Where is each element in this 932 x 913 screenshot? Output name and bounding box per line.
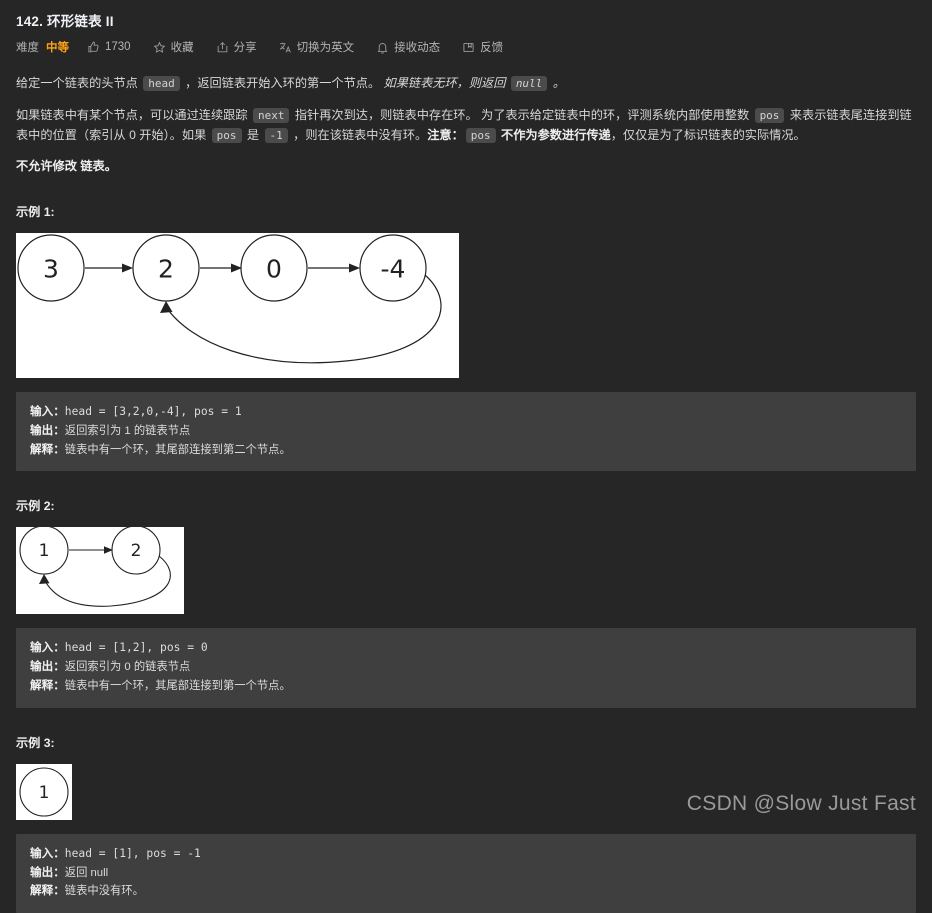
output-value: 返回索引为 1 的链表节点 xyxy=(64,424,191,437)
difficulty-label: 难度 xyxy=(16,42,39,54)
linked-list-cycle-diagram-1: 3 2 0 -4 xyxy=(16,233,459,379)
linked-list-cycle-diagram-2: 1 2 xyxy=(16,525,184,615)
explain-label: 解释： xyxy=(30,678,65,692)
desc-text: 给定一个链表的头节点 xyxy=(16,76,142,90)
status-badge: 中等 xyxy=(46,42,69,54)
feedback-label: 反馈 xyxy=(480,42,504,54)
desc-text: 如果链表中有某个节点，可以通过连续跟踪 xyxy=(16,107,251,122)
bell-icon xyxy=(376,41,389,54)
output-value: 返回索引为 0 的链表节点 xyxy=(64,661,191,674)
input-value: head = [1], pos = -1 xyxy=(64,846,201,860)
linked-list-no-cycle-diagram-3: 1 xyxy=(16,763,72,820)
no-modify-strong: 不允许修改 xyxy=(16,159,77,174)
node-value-1: 2 xyxy=(131,541,142,561)
feedback-button[interactable]: 反馈 xyxy=(462,39,503,55)
translate-button[interactable]: 切换为英文 xyxy=(279,39,355,55)
no-modify-rest: 链表。 xyxy=(76,159,117,174)
node-value-1: 2 xyxy=(158,255,174,284)
input-label: 输入： xyxy=(30,641,65,655)
example-1-input-line: 输入：head = [3,2,0,-4], pos = 1 xyxy=(30,403,902,422)
desc-text: 是 xyxy=(243,127,263,142)
output-label: 输出： xyxy=(30,660,65,674)
desc-text: 指针再次到达，则链表中存在环。 为了表示给定链表中的环，评测系统内部使用整数 xyxy=(291,107,753,122)
share-icon xyxy=(216,41,229,54)
example-2-input-line: 输入：head = [1,2], pos = 0 xyxy=(30,639,902,658)
node-value-0: 3 xyxy=(43,255,59,284)
example-2-output-line: 输出：返回索引为 0 的链表节点 xyxy=(30,658,902,677)
example-3-output-line: 输出：返回 null xyxy=(30,864,902,883)
example-3-explain-line: 解释：链表中没有环。 xyxy=(30,882,902,901)
example-1-label: 示例 1: xyxy=(16,205,55,220)
share-label: 分享 xyxy=(233,42,257,54)
code-head: head xyxy=(143,76,180,91)
output-value: 返回 null xyxy=(64,866,109,879)
description-paragraph-3: 不允许修改 链表。 xyxy=(16,157,916,177)
desc-text: ，则在该链表中没有环。 xyxy=(289,127,428,142)
desc-note-strong: 不作为参数进行传递 xyxy=(497,127,611,142)
diagram-svg-3: 1 xyxy=(16,763,72,820)
example-2-explain-line: 解释：链表中有一个环，其尾部连接到第一个节点。 xyxy=(30,677,902,696)
flag-icon xyxy=(462,41,475,54)
example-2-label: 示例 2: xyxy=(16,499,55,514)
code-minus-one: -1 xyxy=(264,127,288,143)
difficulty-indicator: 难度 中等 xyxy=(16,39,69,55)
code-pos: pos xyxy=(211,127,242,143)
star-icon xyxy=(153,41,166,54)
favorite-label: 收藏 xyxy=(170,42,194,54)
subscribe-button[interactable]: 接收动态 xyxy=(376,39,440,55)
share-button[interactable]: 分享 xyxy=(216,39,257,55)
node-value-0: 1 xyxy=(39,541,50,561)
node-value-3: -4 xyxy=(381,255,406,284)
explain-label: 解释： xyxy=(30,442,65,456)
code-null: null xyxy=(510,76,548,91)
description-paragraph-1: 给定一个链表的头节点 head ，返回链表开始入环的第一个节点。 如果链表无环，… xyxy=(16,74,916,94)
desc-text: ，仅仅是为了标识链表的实际情况。 xyxy=(610,127,806,142)
like-count: 1730 xyxy=(105,41,131,53)
output-label: 输出： xyxy=(30,865,65,879)
input-label: 输入： xyxy=(30,405,65,419)
output-label: 输出： xyxy=(30,423,65,437)
example-1-explain-line: 解释：链表中有一个环，其尾部连接到第二个节点。 xyxy=(30,441,902,460)
problem-description: 给定一个链表的头节点 head ，返回链表开始入环的第一个节点。 如果链表无环，… xyxy=(8,74,924,177)
example-2-io-block: 输入：head = [1,2], pos = 0 输出：返回索引为 0 的链表节… xyxy=(16,628,916,708)
desc-text: ，返回链表开始入环的第一个节点。 xyxy=(181,76,384,90)
diagram-svg-1: 3 2 0 -4 xyxy=(16,233,459,379)
input-value: head = [1,2], pos = 0 xyxy=(64,641,208,655)
translate-icon xyxy=(279,41,292,54)
problem-meta-bar: 难度 中等 1730 收藏 分享 切换为英文 接收动态 反馈 xyxy=(8,30,924,55)
explain-value: 链表中有一个环，其尾部连接到第二个节点。 xyxy=(64,443,291,456)
explain-value: 链表中没有环。 xyxy=(64,885,144,898)
example-1-output-line: 输出：返回索引为 1 的链表节点 xyxy=(30,422,902,441)
example-3-io-block: 输入：head = [1], pos = -1 输出：返回 null 解释：链表… xyxy=(16,833,916,913)
code-next: next xyxy=(252,107,290,123)
example-1-io-block: 输入：head = [3,2,0,-4], pos = 1 输出：返回索引为 1… xyxy=(16,392,916,472)
desc-note-label: 注意： xyxy=(427,127,464,142)
input-label: 输入： xyxy=(30,846,65,860)
code-pos: pos xyxy=(754,107,785,123)
desc-text: 。 xyxy=(549,76,565,90)
page-title: 142. 环形链表 II xyxy=(16,14,114,29)
problem-page: 142. 环形链表 II 难度 中等 1730 收藏 分享 切换为英文 接收动态… xyxy=(0,0,932,913)
input-value: head = [3,2,0,-4], pos = 1 xyxy=(64,405,242,419)
thumbs-up-icon xyxy=(87,41,100,54)
favorite-button[interactable]: 收藏 xyxy=(153,39,194,55)
desc-emphasis: 如果链表无环，则返回 null 。 xyxy=(383,76,565,91)
example-3-input-line: 输入：head = [1], pos = -1 xyxy=(30,845,902,864)
code-pos: pos xyxy=(465,127,496,143)
example-3-label: 示例 3: xyxy=(16,735,55,750)
explain-label: 解释： xyxy=(30,884,65,898)
node-value-2: 0 xyxy=(266,255,282,284)
explain-value: 链表中有一个环，其尾部连接到第一个节点。 xyxy=(64,679,291,692)
like-button[interactable]: 1730 xyxy=(87,41,131,54)
node-value-0: 1 xyxy=(39,783,50,803)
translate-label: 切换为英文 xyxy=(296,42,355,54)
subscribe-label: 接收动态 xyxy=(394,42,441,54)
description-paragraph-2: 如果链表中有某个节点，可以通过连续跟踪 next 指针再次到达，则链表中存在环。… xyxy=(16,106,916,146)
diagram-svg-2: 1 2 xyxy=(16,525,184,615)
desc-text: 如果链表无环，则返回 xyxy=(383,76,509,90)
